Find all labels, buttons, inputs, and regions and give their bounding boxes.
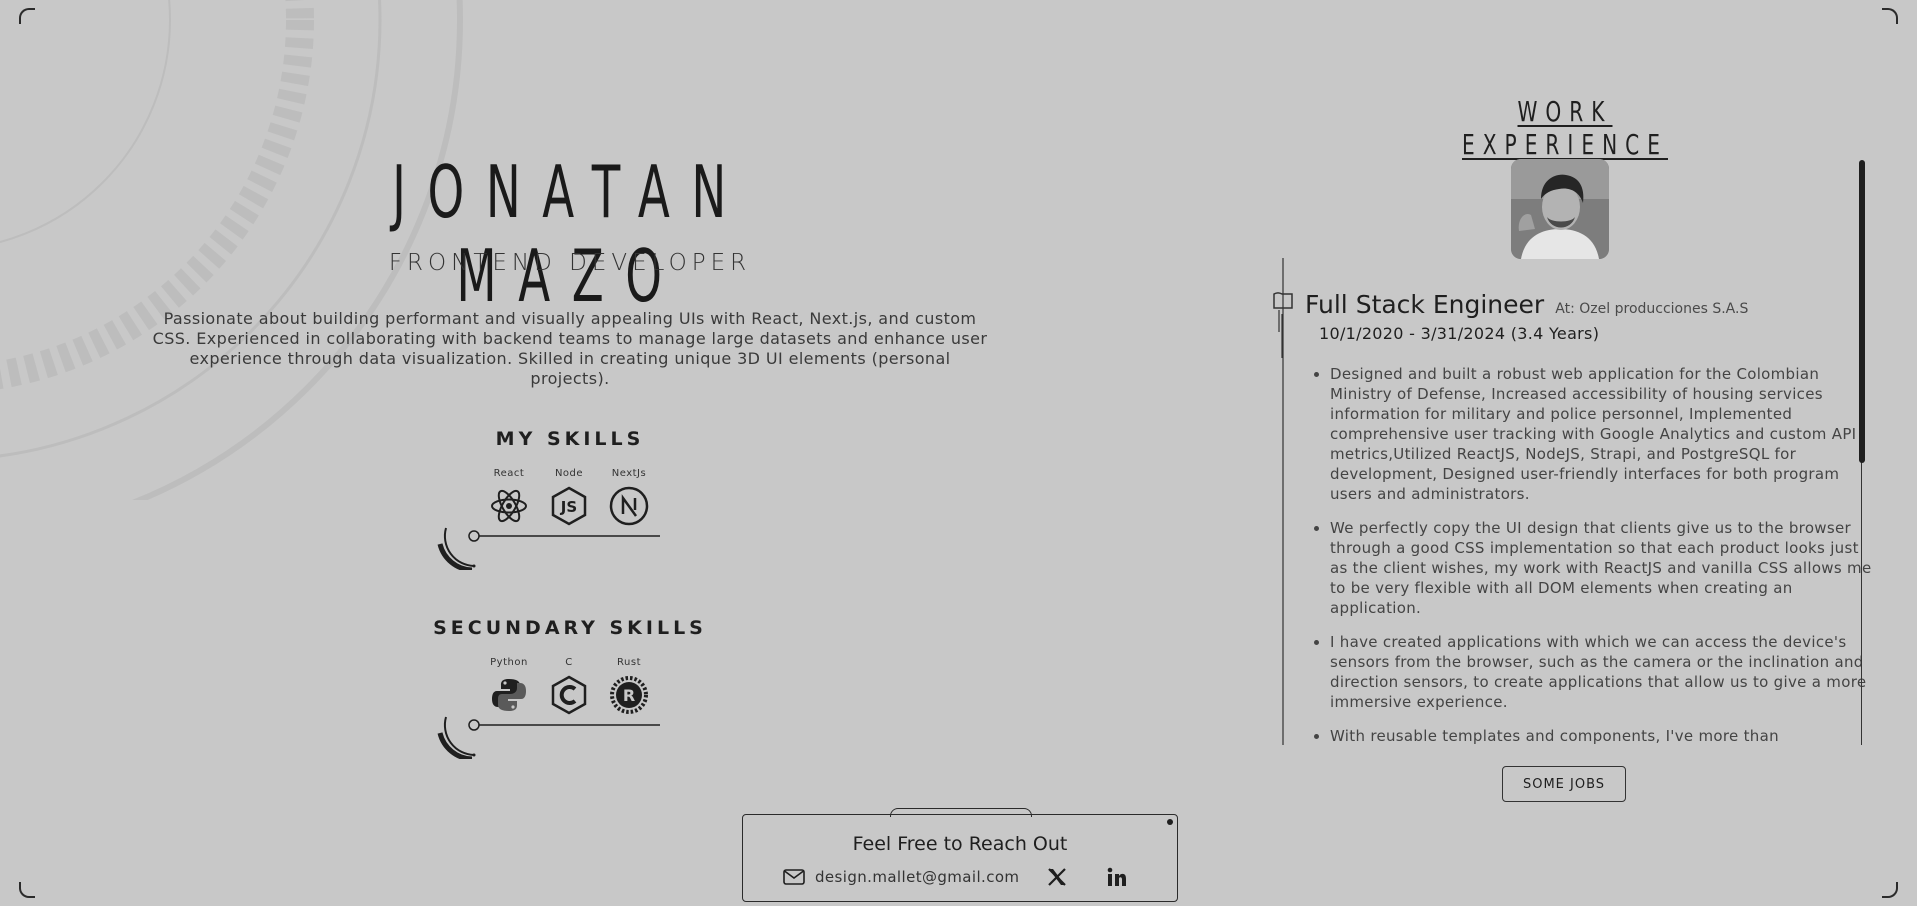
x-twitter-icon [1048,868,1067,886]
frame-corner-bottom-right [1882,882,1898,898]
job-title: Full Stack Engineer [1305,290,1545,319]
job-dates: 10/1/2020 - 3/31/2024 (3.4 Years) [1319,324,1600,343]
job-bullets: Designed and built a robust web applicat… [1305,364,1875,745]
contact-links: design.mallet@gmail.com [783,867,1127,887]
contact-title: Feel Free to Reach Out [852,833,1068,855]
x-twitter-link[interactable] [1047,867,1067,887]
avatar [1511,159,1609,259]
contact-card: Feel Free to Reach Out design.mallet@gma… [742,814,1178,902]
work-experience-title: WORK EXPERIENCE [1462,95,1668,161]
linkedin-link[interactable] [1107,867,1127,887]
experience-scrollbar[interactable] [1859,160,1865,463]
job-bullet: Designed and built a robust web applicat… [1330,364,1875,504]
job-bullet: We perfectly copy the UI design that cli… [1330,518,1875,618]
email-address: design.mallet@gmail.com [815,868,1020,886]
avatar-photo [1511,159,1609,259]
linkedin-icon [1108,867,1127,886]
mail-icon [783,869,805,885]
job-bullets-clip: Designed and built a robust web applicat… [0,364,1917,745]
job-header: Full Stack Engineer At: Ozel produccione… [1305,290,1748,319]
profile-name: JONATAN MAZO [392,150,748,318]
profile-role: FRONTEND DEVELOPER [388,250,752,276]
some-jobs-button[interactable]: SOME JOBS [1502,766,1626,802]
job-bullet: With reusable templates and components, … [1330,726,1875,745]
email-link[interactable]: design.mallet@gmail.com [783,868,1019,886]
frame-corner-top-right [1882,8,1898,24]
frame-corner-bottom-left [19,882,35,898]
job-bullet: I have created applications with which w… [1330,632,1875,712]
frame-corner-top-left [19,8,35,24]
job-company: At: Ozel producciones S.A.S [1555,301,1749,317]
contact-dot-decoration [1167,819,1173,825]
